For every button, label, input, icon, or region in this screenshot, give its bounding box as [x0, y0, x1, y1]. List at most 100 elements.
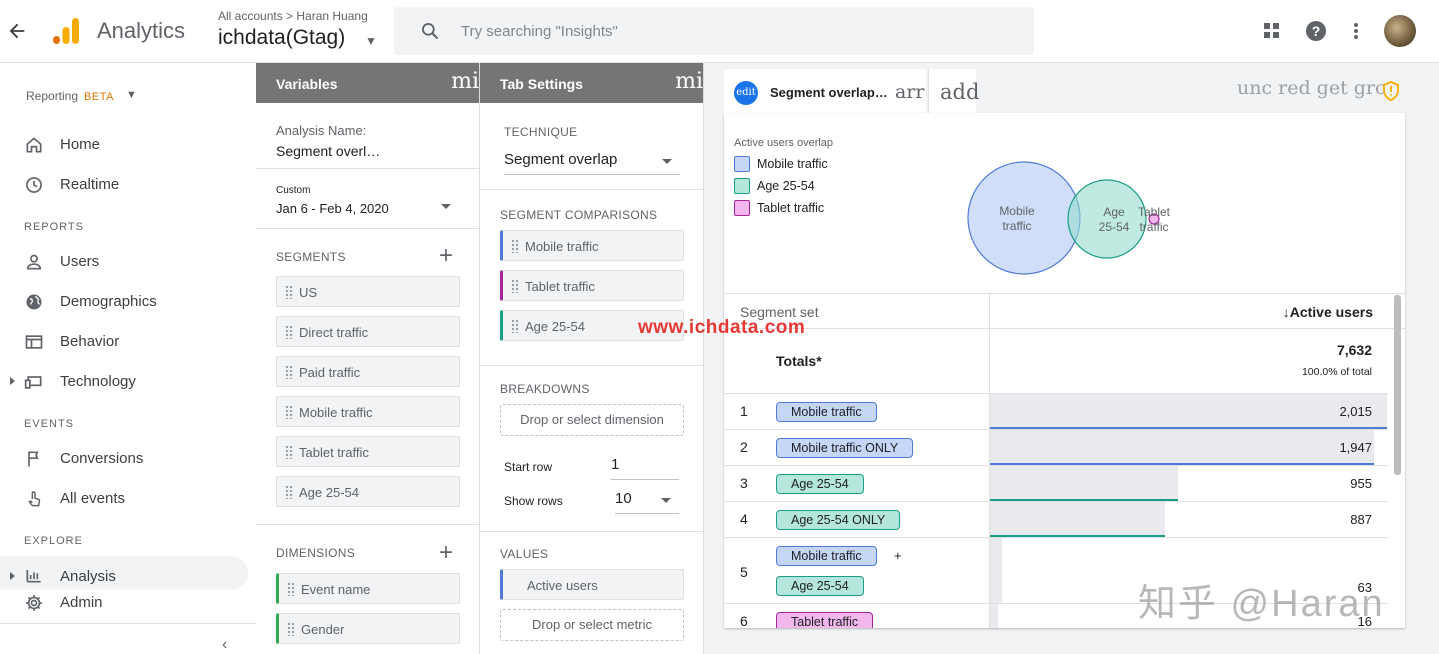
- segment-pill[interactable]: Age 25-54 ONLY: [776, 510, 901, 530]
- apps-grid-icon[interactable]: [1261, 20, 1283, 42]
- segment-chip-tablet[interactable]: Tablet traffic: [276, 436, 460, 467]
- drag-handle-icon[interactable]: [285, 485, 293, 499]
- dimension-chip-gender[interactable]: Gender: [276, 613, 460, 644]
- collapse-sidebar-icon[interactable]: ‹: [222, 636, 227, 654]
- tab-settings-header: Tab Settings mi: [480, 63, 703, 103]
- person-icon: [26, 254, 42, 270]
- segment-pill[interactable]: Age 25-54: [776, 576, 864, 596]
- minimize-icon[interactable]: mi: [675, 69, 703, 94]
- value-chip-active-users[interactable]: Active users: [500, 569, 684, 600]
- chevron-down-icon: [661, 498, 671, 503]
- sidebar-item-users[interactable]: Users: [0, 245, 248, 279]
- segment-chip-paid[interactable]: Paid traffic: [276, 356, 460, 387]
- sidebar-item-analysis[interactable]: Analysis: [0, 556, 248, 590]
- sidebar-item-all-events[interactable]: All events: [0, 482, 248, 516]
- segment-pill[interactable]: Mobile traffic: [776, 546, 877, 566]
- sidebar-item-demographics[interactable]: Demographics: [0, 285, 248, 319]
- table-row[interactable]: 2 Mobile traffic ONLY 1,947: [724, 430, 1388, 466]
- table-row[interactable]: 4 Age 25-54 ONLY 887: [724, 502, 1388, 538]
- venn-diagram: Mobile traffic Age 25-54 Tablet traffic: [967, 161, 1171, 275]
- comparison-chip-tablet[interactable]: Tablet traffic: [500, 270, 684, 301]
- show-rows-label: Show rows: [504, 494, 563, 508]
- add-icon: add: [940, 80, 980, 104]
- segment-pill[interactable]: Mobile traffic: [776, 402, 877, 422]
- venn-label-age-1: Age: [1103, 205, 1125, 219]
- segment-chip-age[interactable]: Age 25-54: [276, 476, 460, 507]
- search-placeholder[interactable]: Try searching "Insights": [461, 23, 618, 40]
- chevron-down-icon[interactable]: ▼: [365, 34, 377, 48]
- analysis-icon: [26, 570, 41, 583]
- show-rows-select[interactable]: 10: [615, 490, 679, 514]
- tab-label: Segment overlap…: [770, 85, 888, 100]
- chevron-down-icon[interactable]: ▼: [126, 89, 137, 101]
- analysis-name-input[interactable]: Segment overl…: [276, 143, 380, 159]
- start-row-input[interactable]: 1: [611, 456, 679, 480]
- shield-icon[interactable]: [1382, 81, 1400, 101]
- chip-label: Tablet traffic: [525, 279, 595, 294]
- breakdowns-label: BREAKDOWNS: [500, 382, 590, 396]
- chip-label: Tablet traffic: [299, 445, 369, 460]
- expand-arrow-icon[interactable]: [10, 572, 15, 580]
- sidebar-item-realtime[interactable]: Realtime: [0, 168, 248, 202]
- drag-handle-icon[interactable]: [285, 365, 293, 379]
- expand-arrow-icon[interactable]: [10, 377, 15, 385]
- edit-icon[interactable]: edit: [734, 81, 758, 105]
- drag-handle-icon[interactable]: [511, 279, 519, 293]
- date-range-selector[interactable]: Custom Jan 6 - Feb 4, 2020: [276, 178, 458, 218]
- drag-handle-icon[interactable]: [287, 622, 295, 636]
- drag-handle-icon[interactable]: [285, 285, 293, 299]
- sidebar-item-label: All events: [60, 490, 126, 507]
- add-segment-icon[interactable]: +: [439, 244, 453, 268]
- gear-icon: [26, 595, 42, 611]
- column-header-active-users[interactable]: ↓Active users: [1283, 304, 1373, 320]
- reporting-label[interactable]: Reporting BETA: [26, 89, 114, 103]
- scrollbar[interactable]: [1394, 295, 1401, 475]
- totals-label: Totals*: [776, 353, 822, 369]
- sidebar-item-conversions[interactable]: Conversions: [0, 442, 248, 476]
- sidebar-item-behavior[interactable]: Behavior: [0, 325, 248, 359]
- segment-chip-us[interactable]: US: [276, 276, 460, 307]
- sidebar-item-admin[interactable]: Admin: [0, 586, 248, 620]
- sidebar-item-home[interactable]: Home: [0, 128, 248, 162]
- search-bar[interactable]: Try searching "Insights": [394, 7, 1034, 55]
- toolbar-icons[interactable]: unc red get grc: [1237, 77, 1386, 99]
- legend-label: Mobile traffic: [757, 157, 828, 171]
- drag-handle-icon[interactable]: [511, 239, 519, 253]
- drop-metric-target[interactable]: Drop or select metric: [500, 609, 684, 641]
- property-selector[interactable]: ichdata(Gtag): [218, 26, 345, 50]
- minimize-icon[interactable]: mi: [451, 69, 479, 94]
- help-icon[interactable]: ?: [1305, 20, 1327, 42]
- tab-segment-overlap[interactable]: edit Segment overlap… arr: [724, 69, 926, 113]
- drag-handle-icon[interactable]: [287, 582, 295, 596]
- add-tab-button[interactable]: add: [928, 69, 980, 113]
- drop-dimension-target[interactable]: Drop or select dimension: [500, 404, 684, 436]
- venn-circle-age[interactable]: [1067, 179, 1147, 259]
- dimension-chip-event-name[interactable]: Event name: [276, 573, 460, 604]
- avatar[interactable]: [1384, 15, 1416, 47]
- table-row[interactable]: 3 Age 25-54 955: [724, 466, 1388, 502]
- breadcrumb[interactable]: All accounts > Haran Huang: [218, 9, 368, 23]
- more-vert-icon[interactable]: [1345, 20, 1367, 42]
- segment-pill[interactable]: Age 25-54: [776, 474, 864, 494]
- segment-chip-direct[interactable]: Direct traffic: [276, 316, 460, 347]
- drag-handle-icon[interactable]: [511, 319, 519, 333]
- drag-handle-icon[interactable]: [285, 325, 293, 339]
- venn-circle-mobile[interactable]: [967, 161, 1081, 275]
- chip-label: Age 25-54: [299, 485, 359, 500]
- comparison-chip-mobile[interactable]: Mobile traffic: [500, 230, 684, 261]
- segment-chip-mobile[interactable]: Mobile traffic: [276, 396, 460, 427]
- drag-handle-icon[interactable]: [285, 405, 293, 419]
- drag-handle-icon[interactable]: [285, 445, 293, 459]
- sidebar-item-label: Technology: [60, 373, 136, 390]
- table-row[interactable]: 1 Mobile traffic 2,015: [724, 394, 1388, 430]
- segment-pill[interactable]: Mobile traffic ONLY: [776, 438, 914, 458]
- search-icon: [420, 21, 440, 41]
- tab-menu-icon[interactable]: arr: [895, 81, 925, 103]
- devices-icon: [24, 376, 42, 389]
- add-dimension-icon[interactable]: +: [439, 541, 453, 565]
- sidebar-item-technology[interactable]: Technology: [0, 365, 248, 399]
- segments-title: SEGMENTS: [276, 250, 346, 264]
- segment-pill[interactable]: Tablet traffic: [776, 612, 874, 628]
- technique-select[interactable]: Segment overlap: [504, 151, 680, 175]
- back-arrow-icon[interactable]: [6, 20, 28, 42]
